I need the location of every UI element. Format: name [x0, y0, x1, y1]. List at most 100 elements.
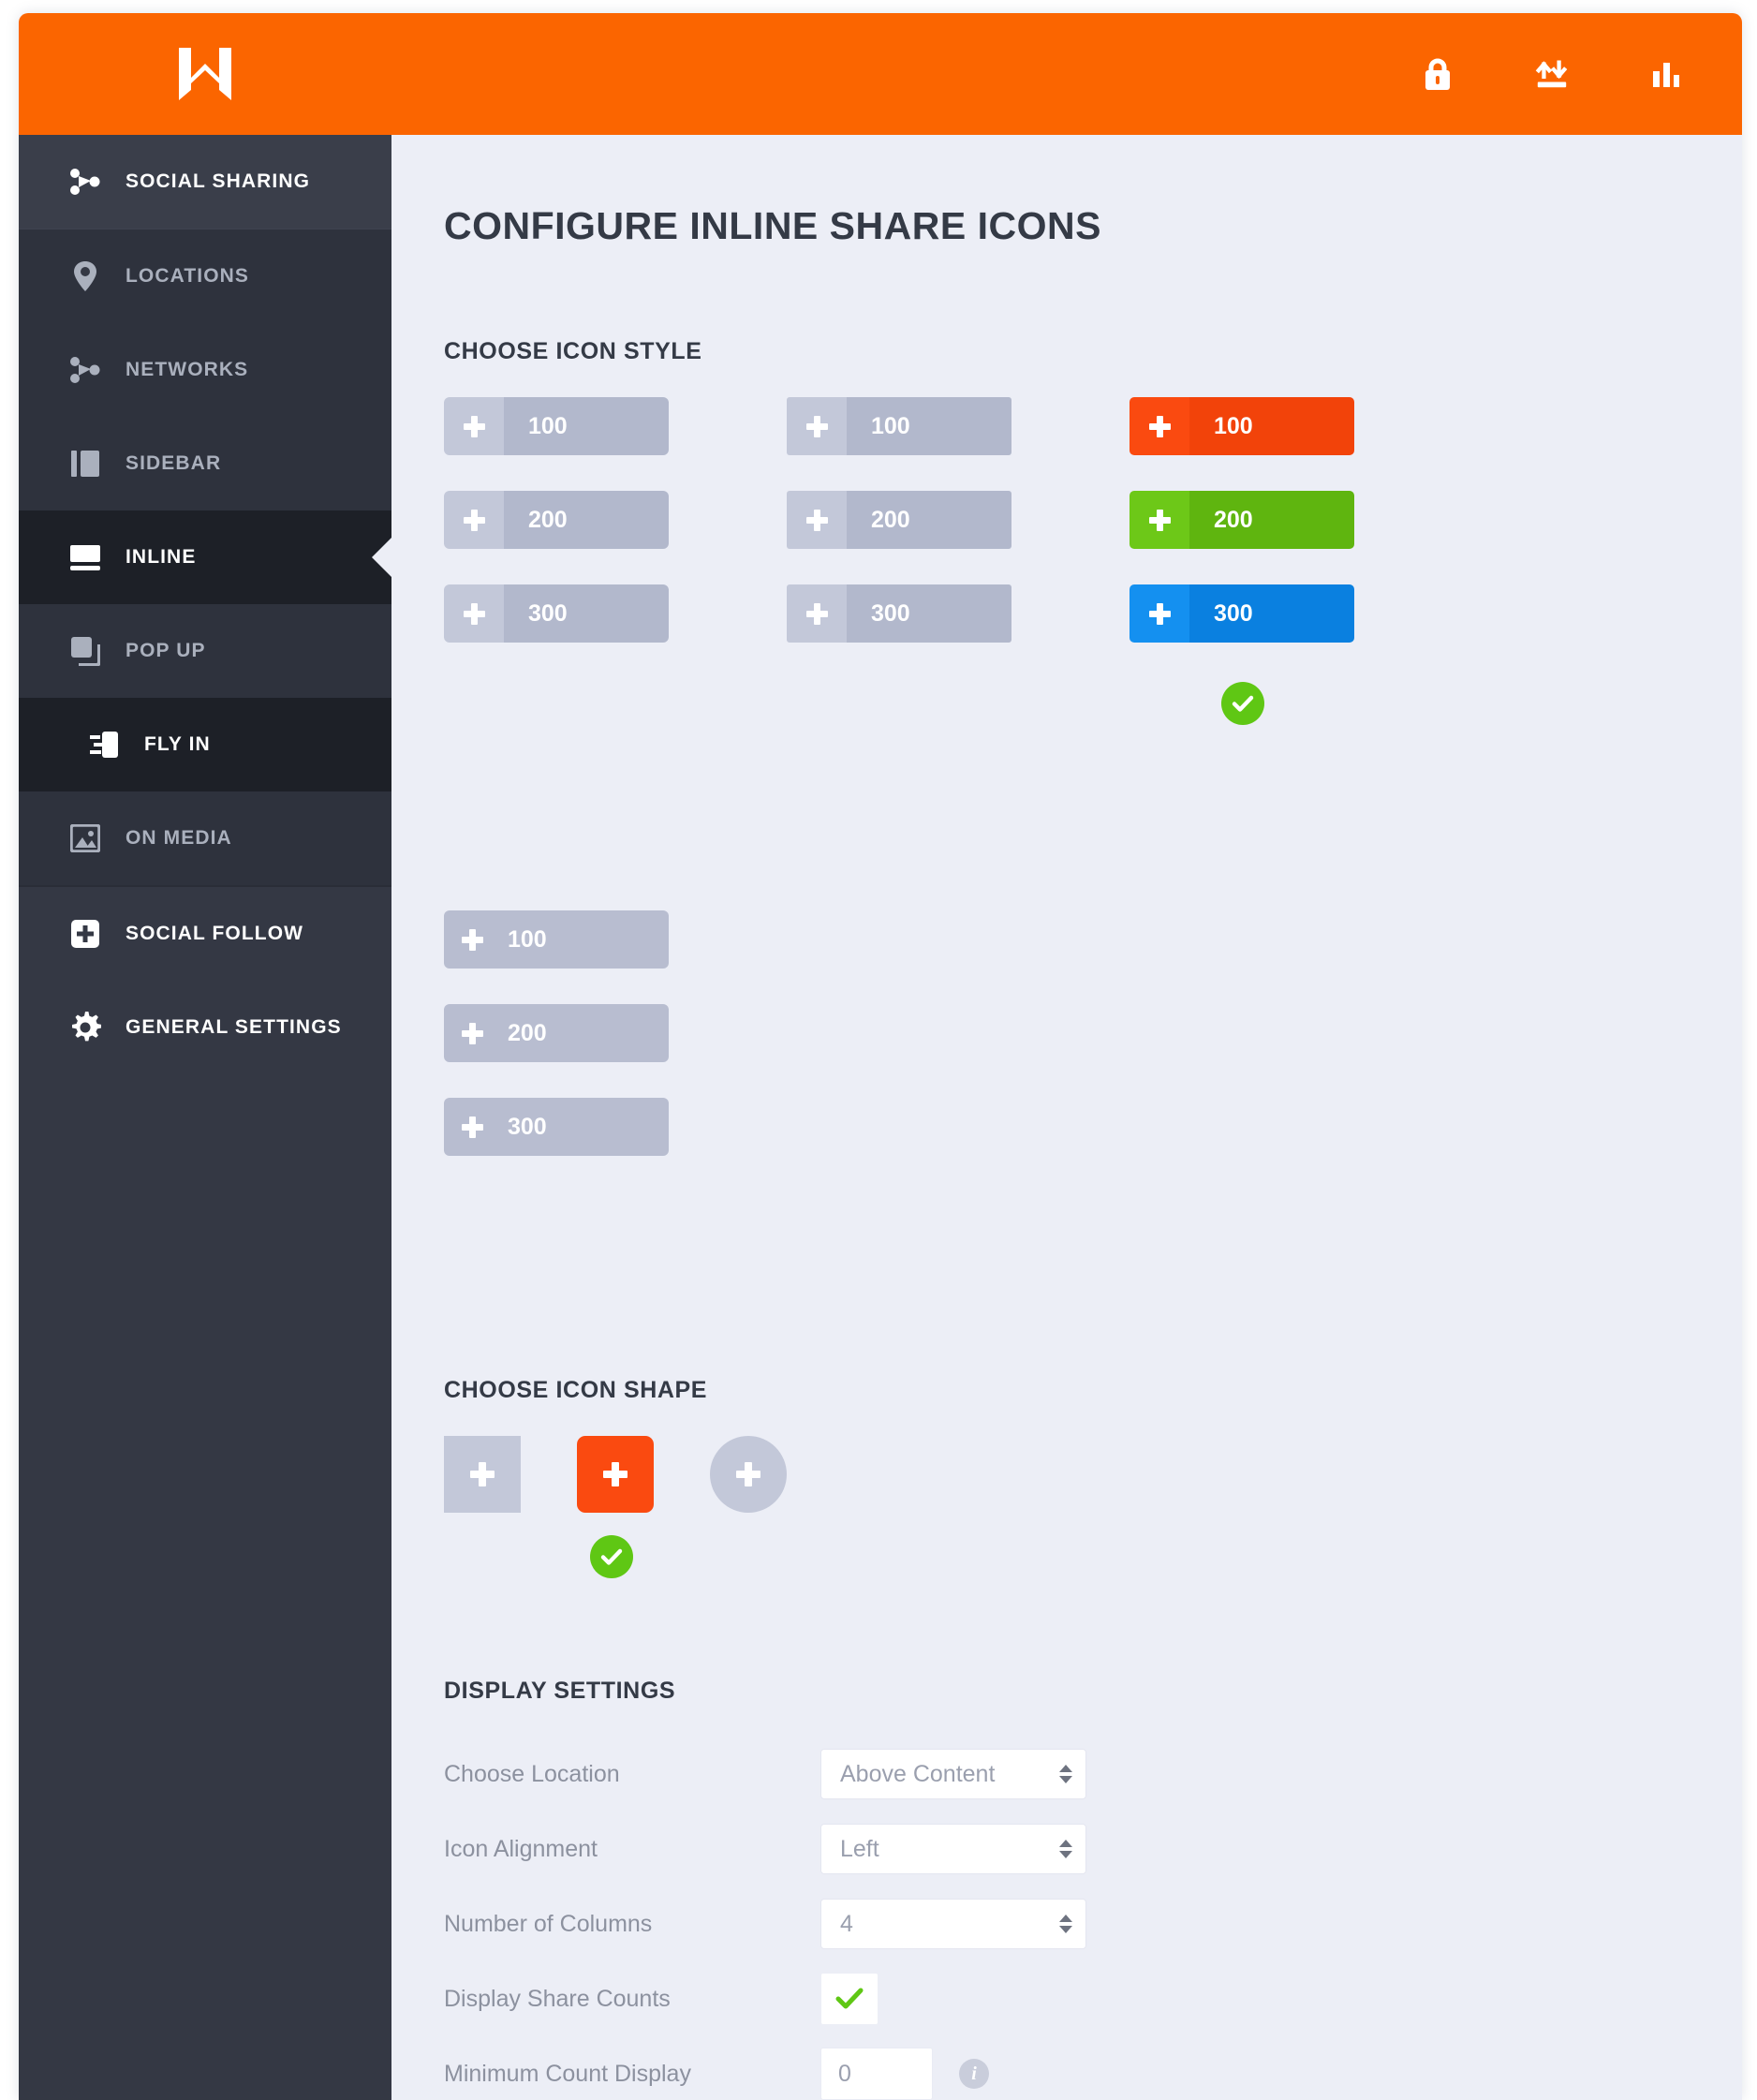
- sidebar-item-label: GENERAL SETTINGS: [126, 1016, 342, 1038]
- chevron-updown-icon: [1059, 1765, 1072, 1783]
- chevron-updown-icon: [1059, 1915, 1072, 1933]
- share-plus-icon: [444, 584, 504, 643]
- share-count-label: 200: [504, 491, 669, 549]
- style-preview-button[interactable]: 300: [787, 584, 1011, 643]
- popup-windows-icon: [66, 631, 105, 671]
- style-row-gap: [444, 734, 1742, 910]
- plus-square-icon: [66, 914, 105, 954]
- setting-row-minimum-count-display: Minimum Count Display 0 i: [444, 2036, 1742, 2100]
- style-preview-button[interactable]: 200: [1130, 491, 1354, 549]
- app-window: SOCIAL SHARING LOCATIONS NETWORKS SIDEBA…: [19, 13, 1742, 2100]
- active-indicator-arrow: [372, 537, 392, 578]
- sidebar-item-networks[interactable]: NETWORKS: [19, 323, 391, 417]
- setting-label: Icon Alignment: [444, 1835, 598, 1862]
- setting-row-display-share-counts: Display Share Counts: [444, 1961, 1742, 2036]
- share-count-label: 300: [847, 584, 1011, 643]
- icon-style-grid-row-1: 100 200 300 100 200 300 100 200 300: [444, 397, 1742, 725]
- share-plus-icon: [444, 397, 504, 455]
- share-plus-icon: [787, 584, 847, 643]
- style-preview-button[interactable]: 300: [1130, 584, 1354, 643]
- chevron-updown-icon: [1059, 1840, 1072, 1858]
- sidebar-item-fly-in[interactable]: FLY IN: [19, 698, 391, 791]
- app-body: SOCIAL SHARING LOCATIONS NETWORKS SIDEBA…: [19, 135, 1742, 2100]
- icon-style-option-1[interactable]: 100 200 300: [444, 397, 787, 725]
- setting-row-number-of-columns: Number of Columns 4: [444, 1886, 1742, 1961]
- share-plus-icon: [787, 491, 847, 549]
- sidebar-item-label: INLINE: [126, 546, 197, 568]
- choose-icon-style-heading: CHOOSE ICON STYLE: [444, 338, 702, 364]
- sidebar-item-label: POP UP: [126, 640, 206, 661]
- logo-area[interactable]: [19, 13, 391, 135]
- select-value: Above Content: [840, 1760, 996, 1787]
- share-plus-icon: [787, 397, 847, 455]
- style-preview-button[interactable]: 300: [444, 584, 669, 643]
- style-preview-button[interactable]: 100: [444, 910, 669, 969]
- import-export-icon[interactable]: [1534, 56, 1570, 92]
- icon-style-option-4[interactable]: 100 200 300: [444, 910, 787, 1191]
- shape-selected-marker: [444, 1531, 1742, 1578]
- display-settings-gap: [444, 1578, 1742, 1678]
- share-plus-icon: [444, 910, 500, 969]
- share-network-icon: [66, 350, 105, 390]
- style-preview-button[interactable]: 200: [444, 491, 669, 549]
- style-preview-button[interactable]: 300: [444, 1098, 669, 1156]
- select-value: Left: [840, 1835, 879, 1862]
- minimum-count-display-input[interactable]: 0: [820, 2048, 933, 2100]
- page-title: CONFIGURE INLINE SHARE ICONS: [444, 204, 1101, 247]
- setting-label: Display Share Counts: [444, 1985, 671, 2012]
- share-plus-icon: [1130, 397, 1189, 455]
- fly-in-icon: [84, 725, 124, 764]
- sidebar-item-inline[interactable]: INLINE: [19, 510, 392, 604]
- setting-label: Minimum Count Display: [444, 2060, 691, 2087]
- sidebar-item-on-media[interactable]: ON MEDIA: [19, 791, 391, 885]
- share-count-label: 100: [508, 925, 547, 953]
- sidebar-filler: [19, 1074, 391, 2100]
- share-count-label: 300: [504, 584, 669, 643]
- info-icon[interactable]: i: [959, 2059, 989, 2089]
- setting-row-choose-location: Choose Location Above Content: [444, 1737, 1742, 1812]
- style-preview-button[interactable]: 100: [1130, 397, 1354, 455]
- shape-option-rounded-square[interactable]: [577, 1436, 654, 1513]
- sidebar-item-label: NETWORKS: [126, 359, 249, 380]
- style-preview-button[interactable]: 200: [444, 1004, 669, 1062]
- check-circle-icon: [590, 1535, 633, 1578]
- shape-option-circle[interactable]: [710, 1436, 787, 1513]
- sidebar-item-social-sharing[interactable]: SOCIAL SHARING: [19, 135, 391, 229]
- choose-location-select[interactable]: Above Content: [820, 1749, 1086, 1799]
- setting-label: Choose Location: [444, 1760, 620, 1787]
- icon-alignment-select[interactable]: Left: [820, 1824, 1086, 1874]
- sidebar-item-sidebar[interactable]: SIDEBAR: [19, 417, 391, 510]
- icon-shape-options: [444, 1436, 1742, 1513]
- style-preview-button[interactable]: 100: [787, 397, 1011, 455]
- sidebar-item-label: FLY IN: [144, 733, 211, 755]
- icon-style-grid-row-2: 100 200 300: [444, 910, 1742, 1191]
- sidebar-item-locations[interactable]: LOCATIONS: [19, 229, 391, 323]
- sidebar-item-label: LOCATIONS: [126, 265, 250, 287]
- shape-option-square[interactable]: [444, 1436, 521, 1513]
- display-share-counts-checkbox[interactable]: [820, 1973, 878, 2025]
- setting-control: [820, 1973, 878, 2025]
- share-plus-icon: [444, 1004, 500, 1062]
- style-preview-button[interactable]: 100: [444, 397, 669, 455]
- share-count-label: 300: [1189, 584, 1354, 643]
- sidebar-item-social-follow[interactable]: SOCIAL FOLLOW: [19, 887, 391, 981]
- style-preview-button[interactable]: 200: [787, 491, 1011, 549]
- top-header-bar: [19, 13, 1742, 135]
- choose-icon-shape-heading: CHOOSE ICON SHAPE: [444, 1377, 708, 1403]
- lock-icon[interactable]: [1420, 56, 1455, 92]
- icon-style-option-2[interactable]: 100 200 300: [787, 397, 1130, 725]
- icon-style-option-3[interactable]: 100 200 300: [1130, 397, 1472, 725]
- share-plus-icon: [444, 1098, 500, 1156]
- setting-row-icon-alignment: Icon Alignment Left: [444, 1812, 1742, 1886]
- inline-bar-icon: [66, 538, 105, 577]
- sidebar-item-general-settings[interactable]: GENERAL SETTINGS: [19, 981, 391, 1074]
- share-plus-icon: [444, 491, 504, 549]
- sidebar-item-label: SOCIAL SHARING: [126, 170, 311, 192]
- analytics-icon[interactable]: [1648, 56, 1684, 92]
- header-icon-group: [1420, 56, 1742, 92]
- setting-control: 4: [820, 1899, 1086, 1949]
- setting-control: 0 i: [820, 2048, 989, 2100]
- setting-control: Left: [820, 1824, 1086, 1874]
- number-of-columns-select[interactable]: 4: [820, 1899, 1086, 1949]
- sidebar-item-pop-up[interactable]: POP UP: [19, 604, 391, 698]
